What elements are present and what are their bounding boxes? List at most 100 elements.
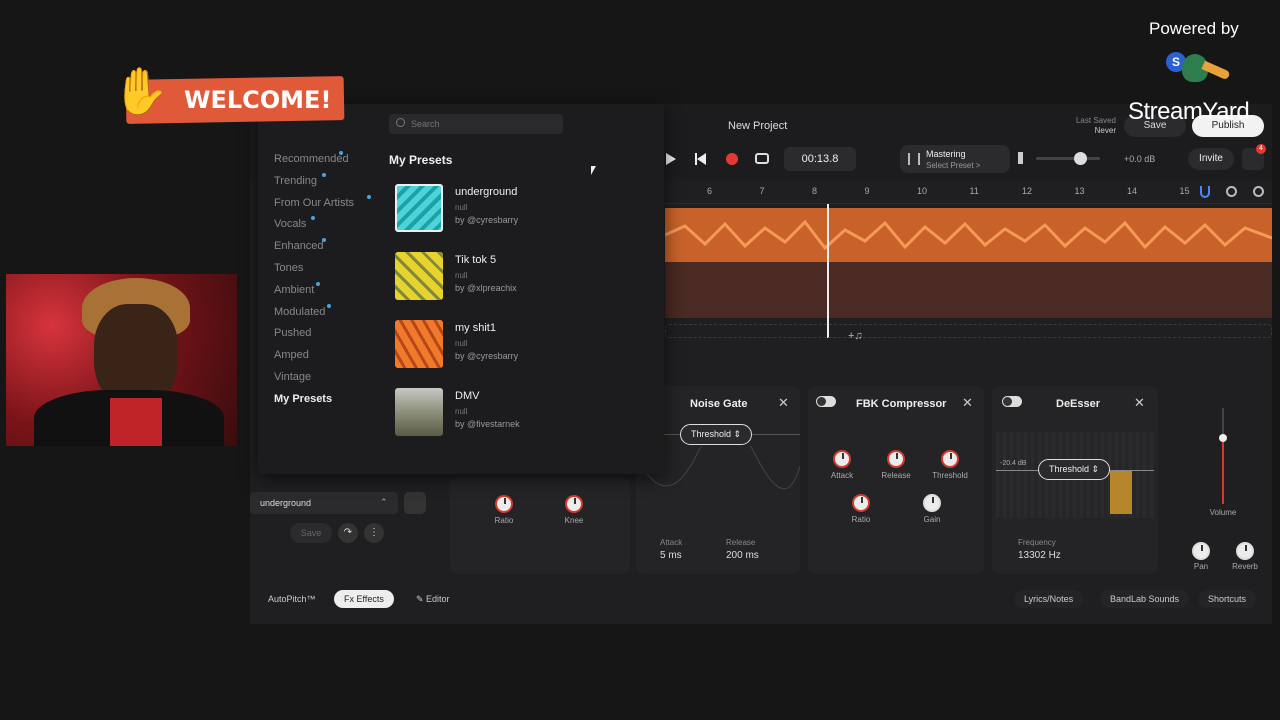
snap-magnet-icon[interactable] bbox=[1200, 186, 1210, 198]
category-item[interactable]: Tones bbox=[274, 262, 303, 274]
deesser-title: DeEsser bbox=[1056, 398, 1101, 410]
speaker-icon[interactable] bbox=[1018, 152, 1028, 164]
shortcuts-button[interactable]: Shortcuts bbox=[1198, 590, 1257, 608]
timeline-ruler[interactable]: 6 7 8 9 10 11 12 13 14 15 bbox=[665, 180, 1272, 204]
deesser-card: DeEsser ✕ -20.4 dB Threshold ⇕ Frequency… bbox=[992, 386, 1158, 574]
gate-threshold-control[interactable]: Threshold ⇕ bbox=[680, 424, 753, 445]
category-item[interactable]: My Presets bbox=[274, 393, 332, 405]
deesser-band bbox=[1110, 470, 1132, 514]
preset-item[interactable]: DMV null by @fivestarnek bbox=[395, 388, 635, 438]
ratio-label: Ratio bbox=[494, 516, 514, 525]
notification-badge: 4 bbox=[1256, 144, 1266, 154]
category-item[interactable]: Amped bbox=[274, 349, 309, 361]
fx-toggle-icon[interactable] bbox=[404, 492, 426, 514]
share-icon[interactable]: ↷ bbox=[338, 523, 358, 543]
deesser-close-icon[interactable]: ✕ bbox=[1134, 395, 1145, 411]
preset-save-button[interactable]: Save bbox=[290, 523, 332, 543]
skip-back-icon[interactable] bbox=[695, 153, 707, 165]
effects-button[interactable]: Fx Effects bbox=[334, 590, 394, 608]
preset-author: by @fivestarnek bbox=[455, 419, 520, 429]
lyrics-button[interactable]: Lyrics/Notes bbox=[1014, 590, 1084, 608]
empty-track-lane[interactable] bbox=[665, 262, 1272, 318]
record-icon[interactable] bbox=[726, 153, 738, 165]
compressor-toggle[interactable] bbox=[816, 396, 836, 407]
compressor-card: FBK Compressor ✕ Attack Release Threshol… bbox=[808, 386, 984, 574]
zoom-out-icon[interactable] bbox=[1226, 186, 1237, 197]
sliders-icon bbox=[908, 153, 920, 165]
preset-thumb-underground bbox=[395, 184, 443, 232]
category-item[interactable]: Modulated bbox=[274, 306, 325, 318]
play-icon[interactable] bbox=[666, 153, 676, 165]
volume-fader-handle[interactable] bbox=[1219, 434, 1227, 442]
category-item[interactable]: Vocals bbox=[274, 218, 306, 230]
gate-attack-label: Attack bbox=[660, 538, 683, 547]
comp-release-knob[interactable] bbox=[887, 450, 905, 468]
deesser-threshold-control[interactable]: Threshold ⇕ bbox=[1038, 459, 1111, 480]
bandlab-sounds-button[interactable]: BandLab Sounds bbox=[1100, 590, 1190, 608]
ratio-knob[interactable] bbox=[495, 495, 513, 513]
gate-attack-value[interactable]: 5 ms bbox=[660, 550, 682, 561]
compressor-close-icon[interactable]: ✕ bbox=[962, 395, 973, 411]
zoom-in-icon[interactable] bbox=[1253, 186, 1264, 197]
comp-ratio-knob[interactable] bbox=[852, 494, 870, 512]
deesser-toggle[interactable] bbox=[1002, 396, 1022, 407]
deesser-freq-value[interactable]: 13302 Hz bbox=[1018, 550, 1061, 561]
comp-attack-label: Attack bbox=[830, 471, 854, 480]
category-item[interactable]: From Our Artists bbox=[274, 197, 354, 209]
comp-attack-knob[interactable] bbox=[833, 450, 851, 468]
loop-icon[interactable] bbox=[755, 153, 769, 164]
category-item[interactable]: Pushed bbox=[274, 327, 311, 339]
welcome-banner: WELCOME! ✋ bbox=[112, 65, 345, 124]
add-track-lane[interactable] bbox=[665, 324, 1272, 338]
webcam-feed bbox=[6, 274, 237, 446]
category-item[interactable]: Trending bbox=[274, 175, 317, 187]
category-item[interactable]: Enhanced bbox=[274, 240, 324, 252]
preset-item[interactable]: Tik tok 5 null by @xlpreachix bbox=[395, 252, 635, 302]
comp-threshold-knob[interactable] bbox=[941, 450, 959, 468]
search-input[interactable] bbox=[411, 116, 551, 132]
preset-name: my shit1 bbox=[455, 322, 496, 334]
editor-label: Editor bbox=[426, 594, 450, 604]
ruler-tick: 10 bbox=[917, 186, 928, 196]
preset-name: underground bbox=[455, 186, 518, 198]
search-field[interactable] bbox=[389, 114, 563, 134]
preset-item[interactable]: underground null by @cyresbarry bbox=[395, 184, 635, 234]
volume-slider-handle[interactable] bbox=[1074, 152, 1087, 165]
mastering-button[interactable]: Mastering Select Preset > bbox=[900, 145, 1010, 173]
search-icon bbox=[396, 118, 405, 127]
brand-name: StreamYard bbox=[1128, 98, 1250, 125]
preset-thumb-myshit bbox=[395, 320, 443, 368]
more-icon[interactable]: ⋮ bbox=[364, 523, 384, 543]
invite-label: Invite bbox=[1199, 153, 1223, 164]
pan-knob[interactable] bbox=[1192, 542, 1210, 560]
gate-threshold-label: Threshold bbox=[691, 429, 732, 439]
add-track-icon[interactable]: +♫ bbox=[848, 330, 863, 342]
new-indicator-dot bbox=[316, 281, 321, 286]
new-indicator-dot bbox=[321, 172, 326, 177]
reverb-knob[interactable] bbox=[1236, 542, 1254, 560]
playhead[interactable] bbox=[827, 204, 829, 338]
category-item[interactable]: Ambient bbox=[274, 284, 314, 296]
audio-region[interactable] bbox=[665, 208, 1272, 262]
gate-release-value[interactable]: 200 ms bbox=[726, 550, 759, 561]
preset-select[interactable]: underground ⌃ bbox=[250, 492, 398, 514]
autopitch-button[interactable]: AutoPitch™ bbox=[258, 590, 326, 608]
knee-knob[interactable] bbox=[565, 495, 583, 513]
noise-gate-close-icon[interactable]: ✕ bbox=[778, 395, 789, 411]
shortcuts-label: Shortcuts bbox=[1208, 594, 1247, 604]
ruler-tick: 9 bbox=[864, 186, 870, 196]
last-saved-label: Last Saved bbox=[1075, 116, 1116, 125]
category-item[interactable]: Recommended bbox=[274, 153, 349, 165]
volume-label: Volume bbox=[1209, 508, 1237, 517]
bandlab-sounds-label: BandLab Sounds bbox=[1110, 594, 1180, 604]
category-item[interactable]: Vintage bbox=[274, 371, 311, 383]
last-saved-value: Never bbox=[1094, 126, 1116, 135]
comp-gain-knob[interactable] bbox=[923, 494, 941, 512]
invite-button[interactable]: Invite bbox=[1188, 148, 1234, 170]
autopitch-label: AutoPitch™ bbox=[268, 594, 316, 604]
new-indicator-dot bbox=[321, 238, 326, 243]
preset-item[interactable]: my shit1 null by @cyresbarry bbox=[395, 320, 635, 370]
volume-slider[interactable] bbox=[1036, 157, 1100, 160]
editor-button[interactable]: ✎ Editor bbox=[406, 590, 460, 609]
volume-fader-fill bbox=[1222, 436, 1224, 504]
